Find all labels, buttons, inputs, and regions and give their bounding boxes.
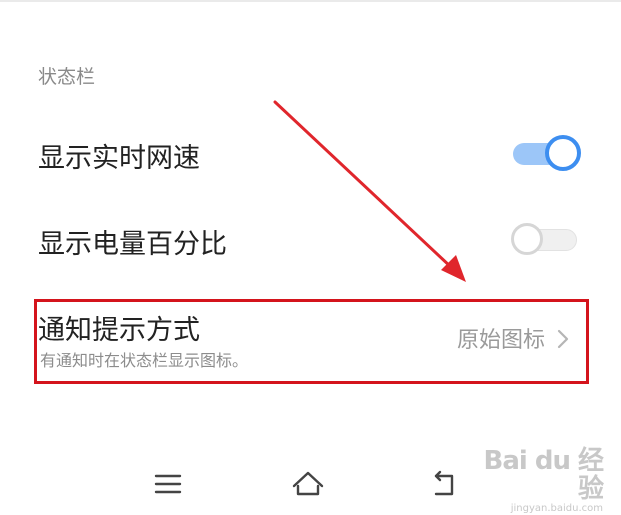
- menu-icon[interactable]: [148, 466, 188, 500]
- back-icon[interactable]: [428, 466, 468, 500]
- setting-label-network-speed: 显示实时网速: [38, 143, 200, 174]
- home-icon[interactable]: [288, 466, 328, 500]
- notification-style-value: 原始图标: [456, 328, 545, 353]
- network-speed-toggle[interactable]: [511, 135, 581, 171]
- notification-style-row[interactable]: 通知提示方式 有通知时在状态栏显示图标。 原始图标: [34, 299, 589, 384]
- setting-label-battery-percentage: 显示电量百分比: [38, 229, 227, 260]
- notification-style-title: 通知提示方式: [38, 315, 200, 346]
- setting-row-network-speed[interactable]: 显示实时网速: [38, 128, 581, 178]
- section-header: 状态栏: [38, 66, 96, 88]
- battery-percentage-toggle[interactable]: [511, 221, 581, 257]
- notification-style-description: 有通知时在状态栏显示图标。: [40, 351, 249, 370]
- toggle-knob: [545, 135, 581, 171]
- top-divider: [0, 0, 621, 2]
- setting-row-battery-percentage[interactable]: 显示电量百分比: [38, 214, 581, 264]
- chevron-right-icon: [557, 329, 569, 349]
- watermark-url: jingyan.baidu.com: [510, 503, 603, 514]
- watermark-text: Bai du 经验: [483, 446, 605, 504]
- baidu-jingyan-watermark: Bai du 经验 jingyan.baidu.com: [483, 447, 605, 514]
- toggle-knob: [511, 223, 543, 255]
